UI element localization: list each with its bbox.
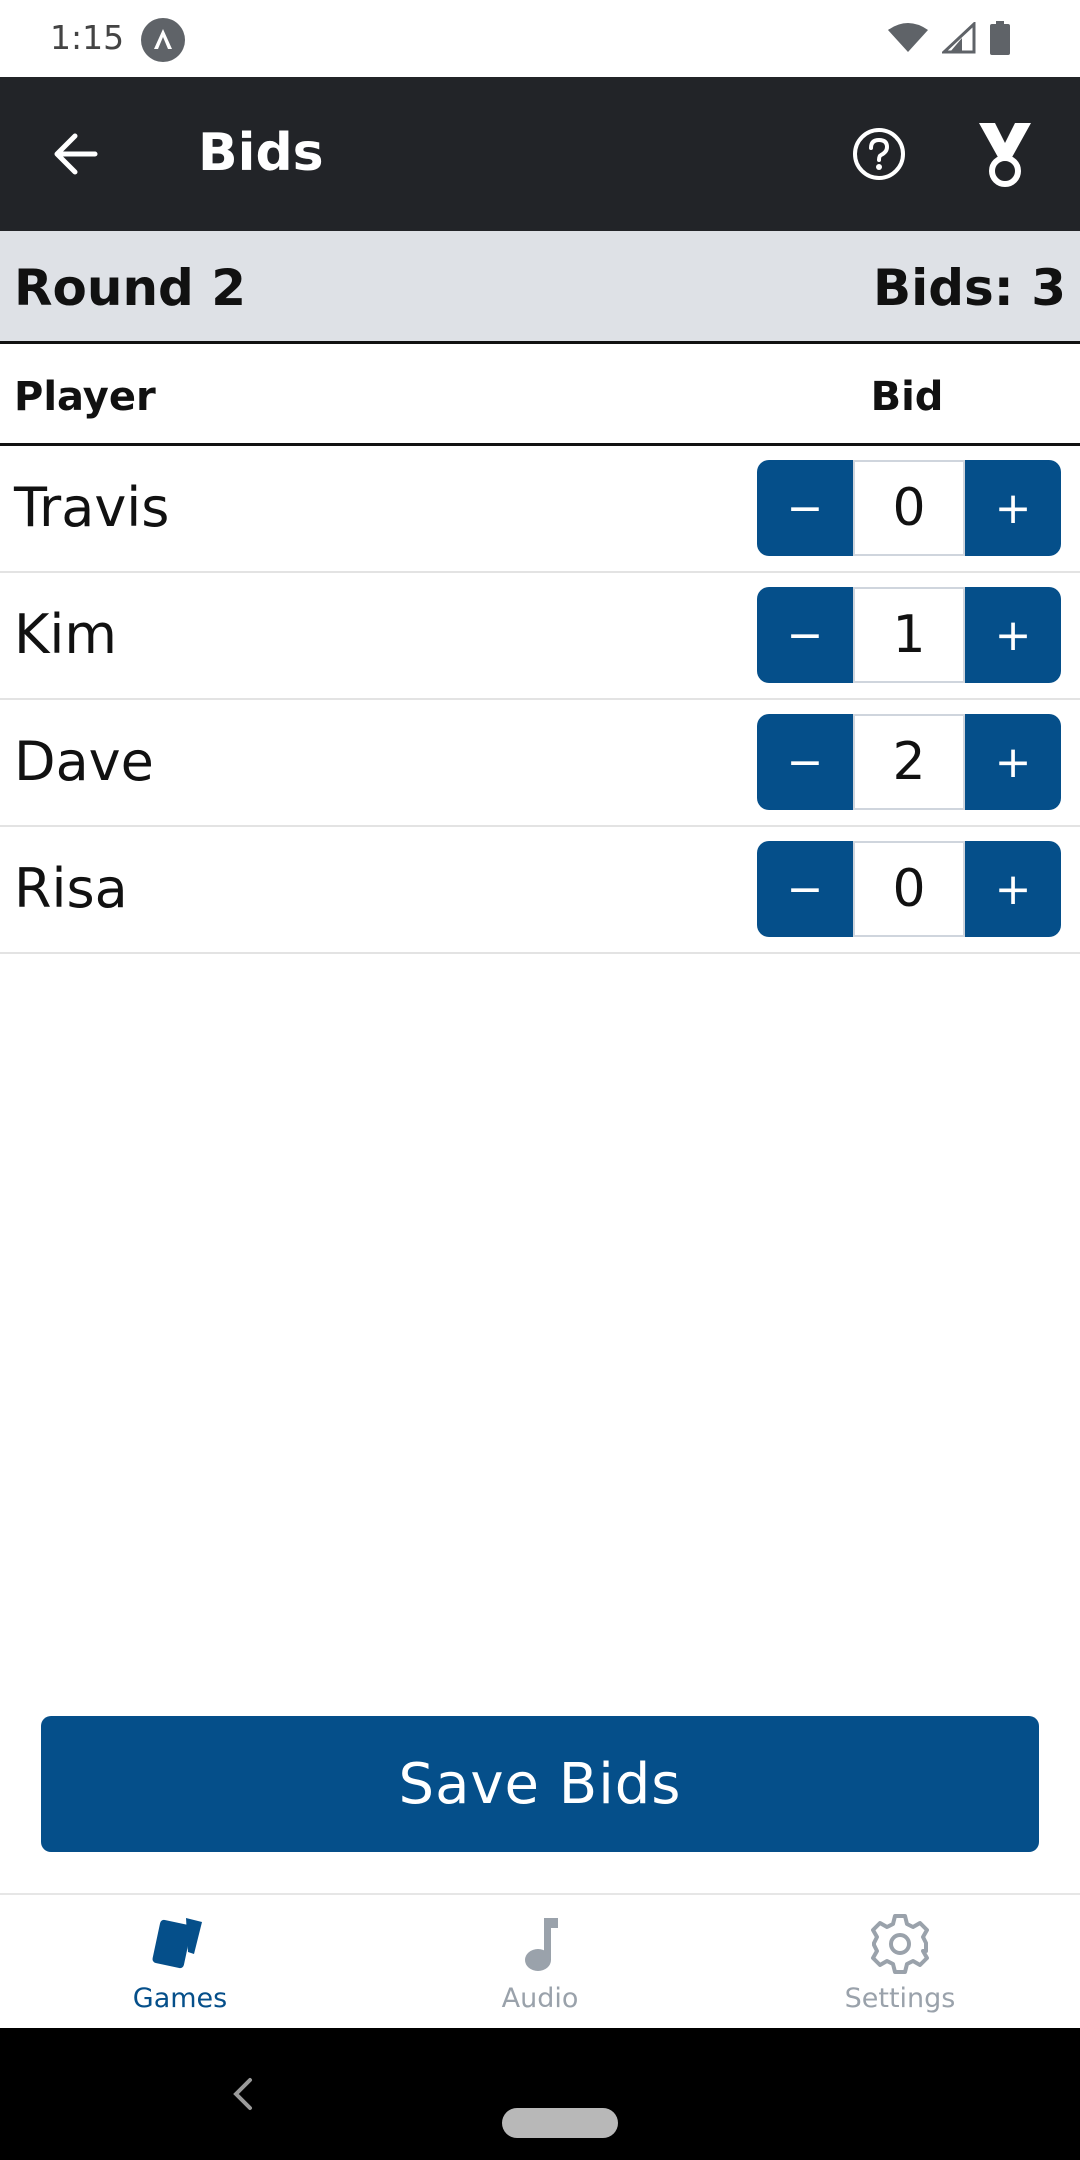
player-name: Risa	[14, 857, 128, 920]
tab-label: Games	[132, 1983, 228, 2014]
column-header-player: Player	[14, 374, 156, 420]
player-name: Kim	[14, 603, 118, 666]
status-time: 1:15	[50, 18, 125, 57]
round-header: Round 2 Bids: 3	[0, 231, 1080, 344]
system-nav-bar	[0, 2028, 1080, 2160]
table-row: Travis − 0 +	[0, 446, 1080, 573]
bids-table: Travis − 0 + Kim − 1 + Dave − 2 + Risa −…	[0, 446, 1080, 954]
tab-audio[interactable]: Audio	[360, 1895, 720, 2028]
increment-button[interactable]: +	[965, 587, 1061, 683]
bid-stepper: − 0 +	[757, 841, 1061, 937]
bid-stepper: − 2 +	[757, 714, 1061, 810]
increment-button[interactable]: +	[965, 460, 1061, 556]
player-name: Dave	[14, 730, 154, 793]
tab-label: Audio	[501, 1983, 579, 2014]
bid-value[interactable]: 0	[853, 460, 965, 556]
tab-games[interactable]: Games	[0, 1895, 360, 2028]
music-note-icon	[518, 1909, 562, 1979]
nav-back-icon[interactable]	[222, 2074, 262, 2114]
medal-icon[interactable]	[970, 117, 1040, 191]
decrement-button[interactable]: −	[757, 460, 853, 556]
bid-stepper: − 0 +	[757, 460, 1061, 556]
bid-stepper: − 1 +	[757, 587, 1061, 683]
increment-button[interactable]: +	[965, 714, 1061, 810]
cards-icon	[148, 1909, 212, 1979]
bid-value[interactable]: 1	[853, 587, 965, 683]
signal-icon	[940, 20, 976, 58]
gear-icon	[868, 1909, 932, 1979]
decrement-button[interactable]: −	[757, 587, 853, 683]
status-icons	[888, 20, 1010, 60]
table-row: Risa − 0 +	[0, 827, 1080, 954]
status-bar: 1:15	[0, 0, 1080, 77]
notification-icon	[141, 18, 185, 62]
table-row: Dave − 2 +	[0, 700, 1080, 827]
increment-button[interactable]: +	[965, 841, 1061, 937]
total-bids-label: Bids: 3	[873, 259, 1066, 317]
save-bids-button[interactable]: Save Bids	[41, 1716, 1039, 1852]
tab-settings[interactable]: Settings	[720, 1895, 1080, 2028]
wifi-icon	[888, 22, 928, 58]
battery-icon	[990, 21, 1010, 59]
column-header-bid: Bid	[870, 374, 944, 420]
decrement-button[interactable]: −	[757, 841, 853, 937]
app-bar: Bids	[0, 77, 1080, 231]
bid-value[interactable]: 2	[853, 714, 965, 810]
player-name: Travis	[14, 476, 170, 539]
round-title: Round 2	[14, 259, 247, 317]
page-title: Bids	[198, 123, 324, 183]
bid-value[interactable]: 0	[853, 841, 965, 937]
back-arrow-icon[interactable]	[40, 117, 110, 191]
help-icon[interactable]	[846, 121, 912, 187]
bottom-tab-bar: Games Audio Settings	[0, 1893, 1080, 2028]
decrement-button[interactable]: −	[757, 714, 853, 810]
nav-home-pill[interactable]	[502, 2108, 618, 2138]
table-header: Player Bid	[0, 344, 1080, 446]
tab-label: Settings	[844, 1983, 956, 2014]
table-row: Kim − 1 +	[0, 573, 1080, 700]
